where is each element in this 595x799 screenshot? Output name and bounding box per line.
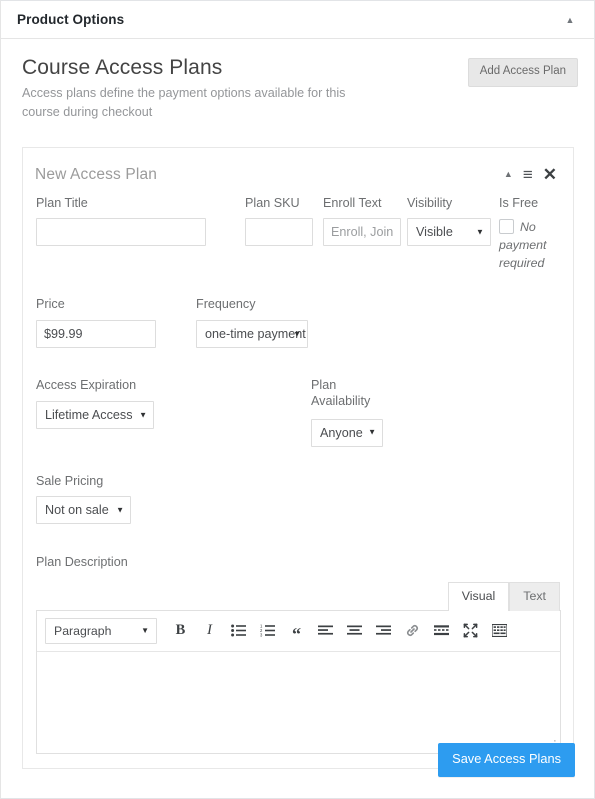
numbered-list-icon[interactable]: 1 2 3	[253, 618, 282, 644]
fullscreen-icon[interactable]	[456, 618, 485, 644]
add-access-plan-button[interactable]: Add Access Plan	[467, 58, 578, 87]
plan-description-label: Plan Description	[36, 555, 128, 570]
plan-sku-label: Plan SKU	[245, 195, 300, 210]
form-row-access: Access Expiration Lifetime Access ▼ Plan…	[36, 378, 561, 451]
visibility-select[interactable]: Visible	[406, 218, 491, 247]
sale-pricing-field: Sale Pricing Not on sale ▼	[36, 474, 561, 530]
form-row-identity: Plan Title Plan SKU Enroll Text Visibili…	[36, 196, 561, 273]
access-expiration-select[interactable]: Lifetime Access	[36, 400, 154, 429]
format-select-value: Paragraph	[54, 623, 112, 638]
is-free-label: Is Free	[498, 195, 539, 210]
visibility-label: Visibility	[406, 195, 453, 210]
form-row-pricing: Price Frequency one-time payment ▼	[36, 297, 561, 353]
blockquote-icon[interactable]: “	[282, 618, 311, 644]
price-field: Price	[36, 297, 176, 349]
plan-title-field: Plan Title	[36, 196, 206, 247]
price-label: Price	[36, 297, 65, 312]
chevron-up-glyph: ▲	[565, 14, 575, 25]
plan-availability-label: Plan Availability	[311, 378, 371, 408]
plan-description-field: Plan Description Visual Text Paragraph ▼	[36, 555, 561, 754]
is-free-checkbox[interactable]	[498, 219, 514, 235]
enroll-text-field: Enroll Text	[322, 195, 401, 247]
bulleted-list-icon[interactable]	[224, 618, 253, 644]
close-icon[interactable]: ✕	[543, 166, 557, 183]
access-expiration-field: Access Expiration Lifetime Access ▼	[36, 378, 311, 434]
sale-pricing-label: Sale Pricing	[36, 473, 104, 488]
frequency-field: Frequency one-time payment ▼	[196, 297, 308, 353]
align-right-icon[interactable]	[369, 618, 398, 644]
chevron-up-icon[interactable]: ▲	[560, 10, 580, 30]
access-plan-form: Plan Title Plan SKU Enroll Text Visibili…	[35, 186, 561, 754]
plan-title-label: Plan Title	[36, 195, 88, 210]
access-plan-card: New Access Plan ▲ ≡ ✕ Plan Title Plan SK…	[22, 146, 574, 769]
save-access-plans-button[interactable]: Save Access Plans	[438, 743, 575, 777]
frequency-label: Frequency	[196, 297, 256, 312]
toolbar-toggle-icon[interactable]	[485, 618, 514, 644]
editor-box: Paragraph ▼ B I 1 2 3 “	[36, 609, 561, 754]
access-expiration-label: Access Expiration	[36, 378, 137, 393]
visibility-select-wrap: Visible ▼	[406, 218, 491, 247]
bold-icon[interactable]: B	[166, 618, 195, 644]
page-title: Product Options	[17, 12, 125, 27]
italic-icon[interactable]: I	[195, 618, 224, 644]
access-plan-title: New Access Plan	[35, 165, 157, 183]
plan-title-input[interactable]	[36, 218, 206, 247]
tab-text[interactable]: Text	[509, 582, 560, 611]
visibility-field: Visibility Visible ▼	[406, 195, 491, 252]
section-header: Course Access Plans Access plans define …	[17, 53, 578, 121]
align-left-icon[interactable]	[311, 618, 340, 644]
svg-text:3: 3	[260, 633, 263, 637]
plan-sku-field: Plan SKU	[245, 196, 323, 247]
section-header-text: Course Access Plans Access plans define …	[22, 55, 468, 121]
editor-tabs: Visual Text	[36, 581, 561, 611]
access-plan-card-header: New Access Plan ▲ ≡ ✕	[35, 160, 561, 186]
chevron-down-icon: ▼	[141, 625, 149, 635]
plan-availability-select-wrap: Anyone ▼	[311, 417, 383, 447]
price-input[interactable]	[36, 320, 156, 349]
section-subtitle: Access plans define the payment options …	[22, 86, 346, 119]
frequency-select[interactable]: one-time payment	[196, 320, 308, 349]
section-title: Course Access Plans	[22, 56, 223, 79]
product-options-metabox: Product Options ▲ Course Access Plans Ac…	[0, 0, 595, 799]
tab-visual[interactable]: Visual	[447, 582, 510, 611]
read-more-icon[interactable]	[427, 618, 456, 644]
link-icon[interactable]	[398, 618, 427, 644]
frequency-select-wrap: one-time payment ▼	[196, 320, 308, 349]
wp-editor: Visual Text Paragraph ▼ B I 1 2 3 “	[36, 581, 561, 754]
plan-sku-input[interactable]	[245, 218, 313, 247]
drag-handle-icon[interactable]: ≡	[523, 166, 533, 183]
is-free-field: Is Free No payment required	[498, 195, 561, 273]
plan-availability-field: Plan Availability Anyone ▼	[311, 378, 431, 451]
align-center-icon[interactable]	[340, 618, 369, 644]
form-row-sale: Sale Pricing Not on sale ▼	[36, 474, 561, 530]
enroll-text-label: Enroll Text	[322, 195, 382, 210]
editor-toolbar: Paragraph ▼ B I 1 2 3 “	[37, 610, 560, 652]
metabox-footer: Save Access Plans	[1, 736, 594, 798]
access-expiration-select-wrap: Lifetime Access ▼	[36, 400, 154, 429]
sale-pricing-select[interactable]: Not on sale	[36, 496, 131, 525]
plan-availability-select[interactable]: Anyone	[311, 418, 383, 447]
access-plan-card-actions: ▲ ≡ ✕	[504, 166, 559, 183]
enroll-text-input[interactable]	[322, 218, 401, 247]
sale-pricing-select-wrap: Not on sale ▼	[36, 496, 131, 525]
metabox-body: Course Access Plans Access plans define …	[1, 39, 594, 798]
collapse-plan-icon[interactable]: ▲	[504, 170, 513, 179]
format-select[interactable]: Paragraph ▼	[45, 617, 157, 644]
metabox-header: Product Options ▲	[1, 1, 594, 39]
